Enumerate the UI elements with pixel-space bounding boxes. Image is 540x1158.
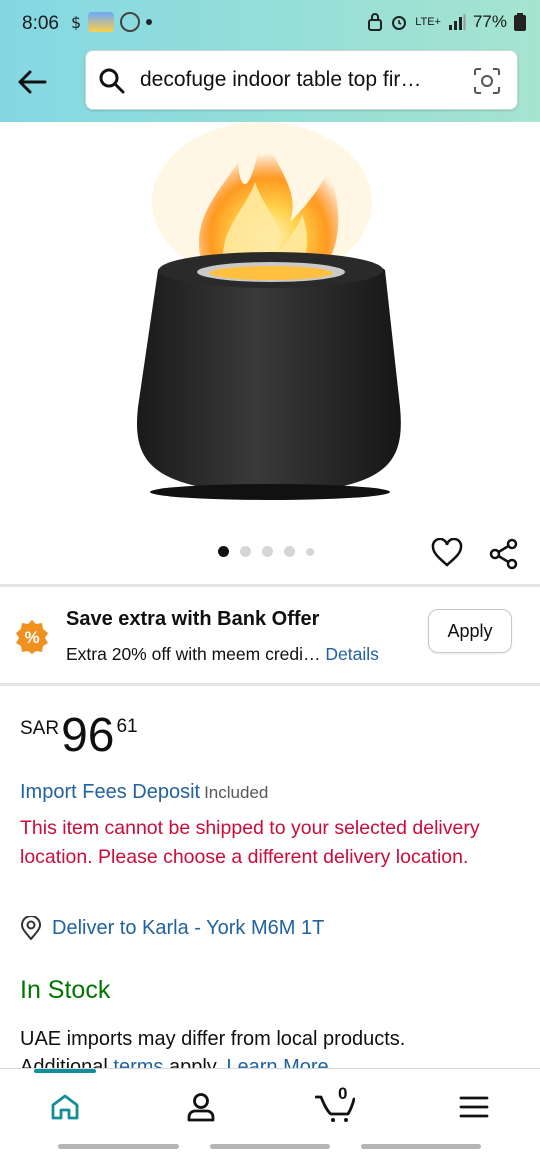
import-fees[interactable]: Import Fees Deposit Included <box>20 781 268 804</box>
header: 8:06 $ LTE+ 77% decofuge indoor table to… <box>0 0 540 122</box>
camera-scan-icon[interactable] <box>473 67 501 95</box>
account-icon <box>187 1093 215 1122</box>
price-currency: SAR <box>20 718 60 739</box>
offer-subtitle: Extra 20% off with meem credi… Details <box>66 644 379 665</box>
price: SAR 96 61 <box>20 710 138 762</box>
divider <box>0 683 540 686</box>
notification-icons: $ <box>70 12 152 32</box>
bank-offer[interactable]: % Save extra with Bank Offer Extra 20% o… <box>0 588 540 684</box>
bottom-nav <box>0 1068 540 1138</box>
nav-cart[interactable] <box>315 1087 355 1127</box>
dollar-notification-icon: $ <box>71 13 81 31</box>
wishlist-button[interactable] <box>431 537 463 573</box>
nav-menu[interactable] <box>454 1087 494 1127</box>
import-fees-included: Included <box>204 783 269 802</box>
back-arrow-icon <box>18 70 47 94</box>
offer-details-link[interactable]: Details <box>325 644 379 664</box>
cart-icon <box>315 1095 355 1122</box>
status-right: LTE+ 77% <box>367 12 526 32</box>
svg-text:$: $ <box>71 13 81 31</box>
deliver-to-link[interactable]: Deliver to Karla - York M6M 1T <box>20 916 324 940</box>
carousel-dot[interactable] <box>218 546 229 557</box>
app-notification-icon <box>88 12 114 32</box>
status-time: 8:06 <box>22 13 59 34</box>
back-button[interactable] <box>12 62 52 102</box>
heart-icon <box>431 537 463 567</box>
product-image-area[interactable] <box>0 122 540 584</box>
gesture-bar <box>210 1144 330 1149</box>
network-type: LTE+ <box>415 16 441 28</box>
imports-text: UAE imports may differ from local produc… <box>20 1028 406 1050</box>
offer-subtitle-text: Extra 20% off with meem credi… <box>66 644 321 664</box>
offer-title: Save extra with Bank Offer <box>66 608 320 630</box>
active-tab-indicator <box>34 1069 96 1073</box>
carousel-dot[interactable] <box>284 546 295 557</box>
alarm-icon <box>392 16 407 30</box>
shipping-error: This item cannot be shipped to your sele… <box>20 817 480 868</box>
share-button[interactable] <box>488 538 520 575</box>
carousel-dot[interactable] <box>306 547 314 556</box>
cart-count: 0 <box>338 1084 348 1103</box>
divider <box>0 584 540 587</box>
more-notifications-icon <box>146 19 152 25</box>
deliver-to-text[interactable]: Deliver to Karla - York M6M 1T <box>52 917 324 940</box>
globe-notification-icon <box>120 12 140 32</box>
lock-icon <box>368 13 383 31</box>
carousel-dot[interactable] <box>262 546 273 557</box>
menu-icon <box>459 1096 489 1118</box>
discount-badge-label: % <box>24 628 39 647</box>
home-icon <box>51 1094 79 1120</box>
nav-account[interactable] <box>181 1087 221 1127</box>
apply-button[interactable]: Apply <box>428 609 512 653</box>
search-icon <box>99 68 125 94</box>
share-icon <box>489 538 518 570</box>
gesture-bar <box>58 1144 179 1149</box>
price-fraction: 61 <box>116 716 138 737</box>
product-image[interactable] <box>0 122 540 522</box>
gesture-bar <box>361 1144 481 1149</box>
price-whole: 96 <box>61 709 115 762</box>
status-bar: 8:06 $ LTE+ 77% <box>0 0 540 48</box>
search-input[interactable]: decofuge indoor table top fir… <box>140 68 460 92</box>
signal-icon <box>448 14 466 30</box>
battery-percent: 77% <box>472 12 507 31</box>
battery-icon <box>514 13 526 31</box>
location-pin-icon <box>20 916 42 940</box>
search-bar[interactable]: decofuge indoor table top fir… <box>85 50 518 110</box>
nav-home[interactable] <box>45 1087 85 1127</box>
carousel-dot[interactable] <box>240 546 251 557</box>
stock-status: In Stock <box>20 976 111 1004</box>
import-fees-link[interactable]: Import Fees Deposit <box>20 781 200 803</box>
image-carousel-dots[interactable] <box>218 546 314 557</box>
discount-badge-icon: % <box>16 620 48 654</box>
